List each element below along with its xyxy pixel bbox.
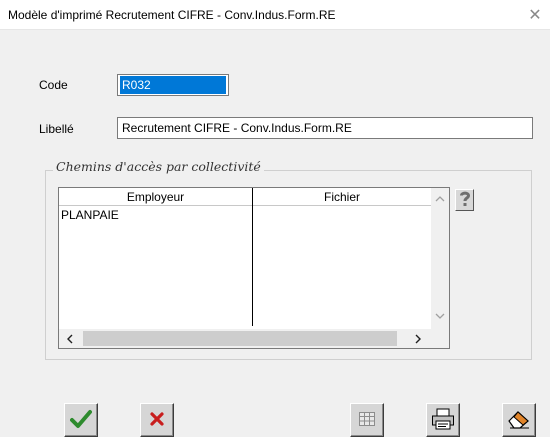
scroll-down-arrow-icon[interactable] [435,312,445,323]
dialog-window: Modèle d'imprimé Recrutement CIFRE - Con… [0,0,550,437]
paths-group-legend: Chemins d'accès par collectivité [53,159,264,174]
horizontal-scrollbar[interactable] [59,329,431,348]
close-icon: ✕ [528,7,542,24]
code-value: R032 [120,76,226,94]
grid-button[interactable] [350,403,384,437]
close-button[interactable]: ✕ [520,0,550,30]
window-title: Modèle d'imprimé Recrutement CIFRE - Con… [8,8,336,22]
vertical-scrollbar[interactable] [431,188,449,329]
cancel-button[interactable] [140,403,174,437]
libelle-value: Recrutement CIFRE - Conv.Indus.Form.RE [122,121,352,135]
code-input[interactable]: R032 [117,74,229,96]
help-button[interactable] [455,189,474,211]
libelle-label: Libellé [39,122,74,136]
libelle-input[interactable]: Recrutement CIFRE - Conv.Indus.Form.RE [117,117,533,139]
title-bar: Modèle d'imprimé Recrutement CIFRE - Con… [0,0,550,30]
cross-icon [149,411,165,430]
grid-header: Employeur Fichier [59,188,449,206]
checkmark-icon [70,409,92,432]
validate-button[interactable] [64,403,98,437]
horizontal-scroll-thumb[interactable] [83,331,397,346]
column-header-fichier[interactable]: Fichier [253,190,431,204]
print-button[interactable] [426,403,460,437]
grid-icon [359,411,375,429]
printer-icon [431,408,455,433]
eraser-button[interactable] [502,403,536,437]
scroll-left-arrow-icon[interactable] [66,334,73,347]
paths-grid[interactable]: Employeur Fichier PLANPAIE [58,187,450,349]
grid-cell-employeur[interactable]: PLANPAIE [61,208,119,222]
scroll-up-arrow-icon[interactable] [435,194,445,205]
scroll-right-arrow-icon[interactable] [415,334,422,347]
column-divider [252,188,253,326]
code-label: Code [39,78,68,92]
column-header-employeur[interactable]: Employeur [59,190,252,204]
scroll-corner [431,329,449,348]
question-mark-icon [458,190,472,211]
eraser-icon [507,409,531,432]
